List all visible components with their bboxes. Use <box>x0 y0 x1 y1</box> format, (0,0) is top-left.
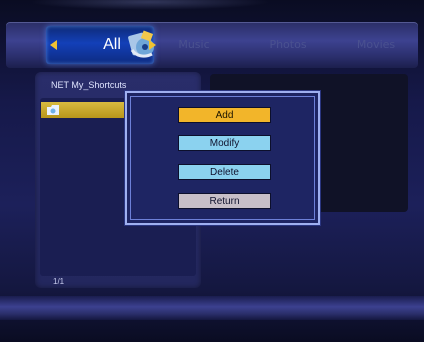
add-button[interactable]: Add <box>178 107 271 123</box>
current-path: NET My_Shortcuts <box>51 80 127 90</box>
delete-button[interactable]: Delete <box>178 164 271 180</box>
chevron-left-icon[interactable] <box>50 40 58 50</box>
tab-all[interactable]: All <box>46 26 156 64</box>
header-fade <box>30 0 270 10</box>
tab-music[interactable]: Music <box>166 22 222 68</box>
modify-button[interactable]: Modify <box>178 135 271 151</box>
return-button[interactable]: Return <box>178 193 271 209</box>
chevron-right-icon[interactable] <box>148 40 156 50</box>
tab-photos[interactable]: Photos <box>258 22 318 68</box>
folder-shortcut-icon <box>47 105 59 115</box>
options-popup-menu: Add Modify Delete Return <box>125 91 320 225</box>
category-tab-bar: All Music Photos Movies <box>6 22 418 68</box>
page-counter: 1/1 <box>53 277 65 286</box>
bottom-bar <box>0 296 424 320</box>
tab-movies[interactable]: Movies <box>346 22 406 68</box>
media-browser-screen: All Music Photos Movies NET My_Shortcuts <box>0 0 424 342</box>
